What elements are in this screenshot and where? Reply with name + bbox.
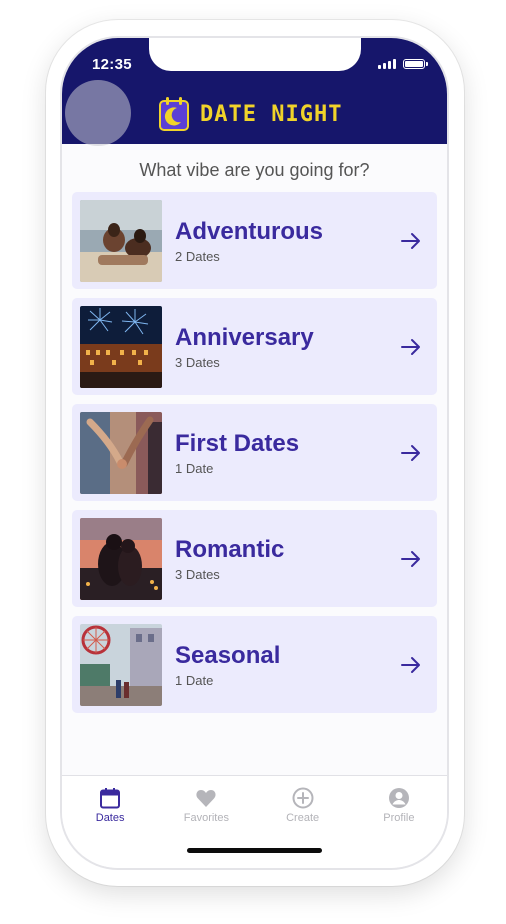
category-count: 3 Dates <box>175 567 220 582</box>
plus-circle-icon <box>292 787 314 809</box>
category-list: Adventurous 2 Dates Anniversary 3 Dates <box>72 192 437 722</box>
category-title: First Dates <box>175 430 300 457</box>
arrow-right-icon <box>401 233 420 249</box>
tab-create[interactable]: Create <box>255 776 351 868</box>
carnival-ferris-wheel-photo <box>80 624 162 706</box>
battery-icon <box>403 58 428 69</box>
couple-sunset-photo <box>80 518 162 600</box>
holding-hands-photo <box>80 412 162 494</box>
bottom-tab-bar: Dates Favorites Create Profile <box>62 775 447 868</box>
user-circle-icon <box>388 788 409 808</box>
category-card-anniversary[interactable]: Anniversary 3 Dates <box>72 298 437 395</box>
category-count: 1 Date <box>175 673 214 688</box>
arrow-right-icon <box>401 445 420 461</box>
status-time: 12:35 <box>92 56 132 73</box>
category-title: Romantic <box>175 536 285 563</box>
category-title: Adventurous <box>175 218 324 245</box>
vibe-prompt: What vibe are you going for? <box>139 160 370 180</box>
category-count: 2 Dates <box>175 249 220 264</box>
status-icons <box>378 58 428 69</box>
tab-label: Dates <box>95 812 125 824</box>
tab-label: Favorites <box>183 812 229 824</box>
category-title: Seasonal <box>175 642 281 669</box>
category-count: 3 Dates <box>175 355 220 370</box>
arrow-right-icon <box>401 657 420 673</box>
arrow-right-icon <box>401 551 420 567</box>
app-title: DATE NIGHT <box>200 101 343 127</box>
tab-favorites[interactable]: Favorites <box>158 776 254 868</box>
heart-icon <box>196 790 216 807</box>
phone-screen: 12:35 DATE NIGHT What vibe are you going… <box>62 38 447 868</box>
touch-indicator <box>65 80 131 146</box>
calendar-moon-icon <box>159 97 189 131</box>
tab-dates[interactable]: Dates <box>62 776 158 868</box>
brand: DATE NIGHT <box>158 96 342 132</box>
signal-icon <box>378 58 396 69</box>
fireworks-city-photo <box>80 306 162 388</box>
arrow-right-icon <box>401 339 420 355</box>
category-card-romantic[interactable]: Romantic 3 Dates <box>72 510 437 607</box>
home-indicator[interactable] <box>187 848 322 853</box>
tab-profile[interactable]: Profile <box>351 776 447 868</box>
category-count: 1 Date <box>175 461 214 476</box>
category-title: Anniversary <box>175 324 314 351</box>
phone-notch <box>149 38 361 71</box>
category-card-first-dates[interactable]: First Dates 1 Date <box>72 404 437 501</box>
category-card-adventurous[interactable]: Adventurous 2 Dates <box>72 192 437 289</box>
category-card-seasonal[interactable]: Seasonal 1 Date <box>72 616 437 713</box>
calendar-icon <box>100 788 121 809</box>
beach-couple-photo <box>80 200 162 282</box>
tab-label: Profile <box>383 812 415 824</box>
tab-label: Create <box>286 812 320 824</box>
